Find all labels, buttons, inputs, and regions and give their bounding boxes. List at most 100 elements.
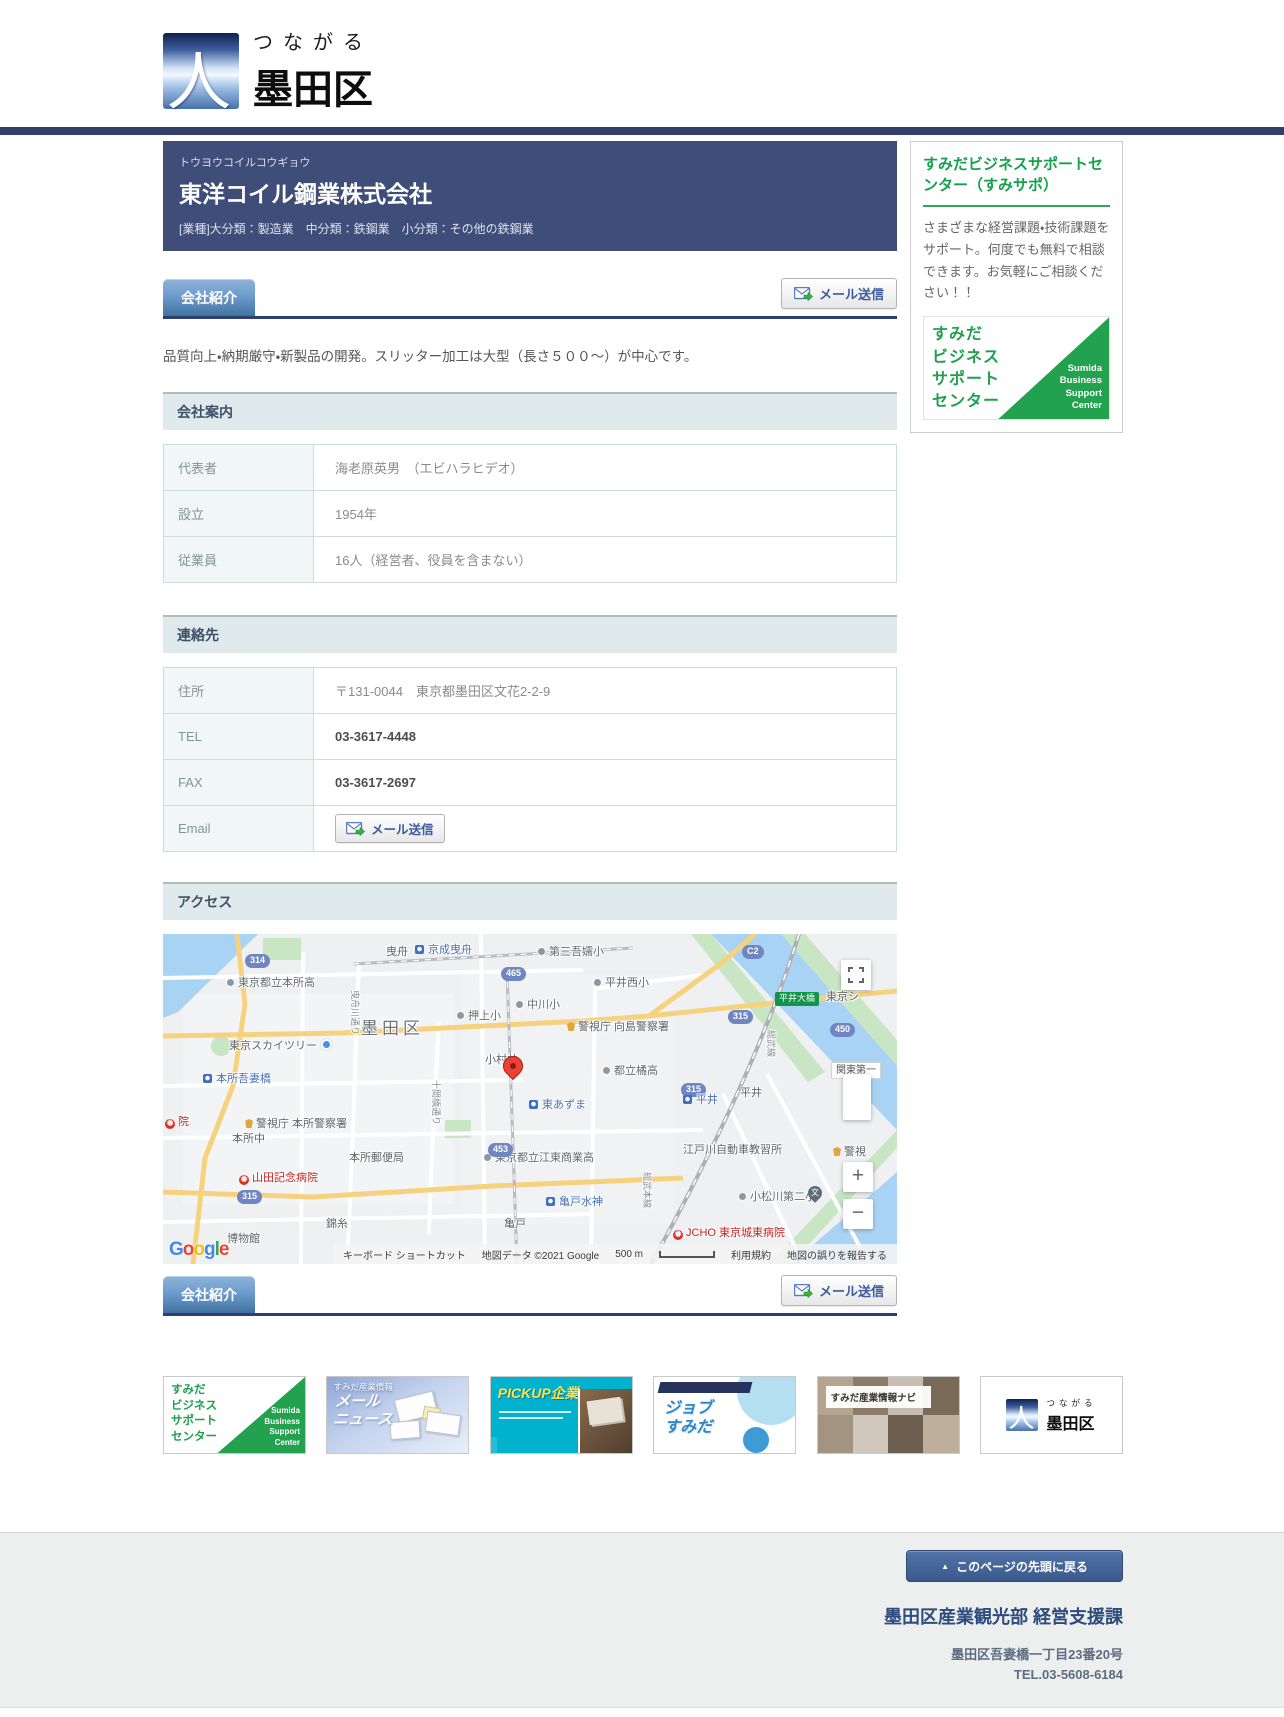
map-label: 博物館 [227, 1233, 260, 1245]
row-value: 03-3617-4448 [314, 714, 896, 759]
map-label: 錦糸 [326, 1218, 348, 1230]
company-name: 東洋コイル鋼業株式会社 [179, 181, 432, 207]
support-banner-english: Sumida Business Support Center [1059, 362, 1102, 411]
row-value: 海老原英男 （エビハラヒデオ） [314, 445, 896, 490]
row-value: 16人（経営者、役員を含まない） [314, 537, 896, 582]
tab-company-intro[interactable]: 会社紹介 [163, 279, 255, 316]
table-row: TEL 03-3617-4448 [164, 713, 896, 759]
map-data-credit: 地図データ ©2021 Google [481, 1250, 600, 1262]
sumida-logo-icon: 人 [163, 32, 239, 120]
map-label: 押上小 [456, 1010, 501, 1022]
row-label: 従業員 [164, 537, 314, 582]
map-label: 平井 [683, 1094, 718, 1106]
row-label: 住所 [164, 668, 314, 713]
banner-job-sumida[interactable]: ジョブ すみだ [653, 1376, 797, 1454]
logo-tagline: つながる [253, 30, 373, 54]
table-row: Email メール送信 [164, 805, 896, 851]
mail-send-button-bottom[interactable]: メール送信 [780, 1275, 897, 1306]
map-zoom-out-button[interactable]: − [843, 1199, 873, 1229]
map-label: 315 [728, 1010, 754, 1024]
map-label: 警視 [833, 1146, 866, 1158]
row-label: TEL [164, 714, 314, 759]
business-support-widget: すみだビジネスサポートセンター（すみサポ） さまざまな経営課題・技術課題をサポー… [910, 141, 1123, 434]
site-logo[interactable]: 人 つながる 墨田区 [0, 0, 480, 120]
email-mail-send-button[interactable]: メール送信 [335, 814, 445, 843]
decor-line [498, 1417, 563, 1419]
tab-row-bottom: 会社紹介 メール送信 [163, 1275, 897, 1316]
header-divider-bar [0, 127, 1284, 135]
map-pegman-control[interactable] [843, 1074, 871, 1120]
map-label: C2 [742, 945, 764, 959]
mail-news-label: メール ニュース [332, 1393, 394, 1428]
map-label: 江戸川自動車教習所 [683, 1144, 782, 1156]
banner-pickup[interactable]: PICKUP企業 [489, 1376, 633, 1454]
map-label: 都立橘高 [602, 1065, 658, 1077]
logo-tagline: つながる [1046, 1398, 1097, 1409]
footer-tel: TEL.03-5608-6184 [1013, 1667, 1123, 1682]
table-row: 設立 1954年 [164, 490, 896, 536]
map-fullscreen-button[interactable] [841, 960, 871, 990]
up-triangle-icon: ▲ [941, 1561, 950, 1571]
map-label: 小松川第二小 [738, 1191, 816, 1203]
banner-tsunagaru-sumida[interactable]: 人 つながる 墨田区 [979, 1376, 1123, 1454]
map-label: 450 [830, 1023, 856, 1037]
map-label: 曳舟 [386, 946, 408, 958]
sangyo-navi-title: すみだ産業情報ナビ [825, 1386, 931, 1408]
section-company-info: 会社案内 [163, 392, 897, 430]
job-sumida-label: ジョブ すみだ [664, 1400, 713, 1437]
social-bar: ツイート いいね！ 210 シェア © Sumida City. All Rig… [0, 1707, 1284, 1717]
tab-company-intro-bottom[interactable]: 会社紹介 [163, 1276, 255, 1313]
row-label: Email [164, 806, 314, 851]
map-label: 亀戸水神 [546, 1196, 603, 1208]
back-to-top-button[interactable]: ▲ このページの先頭に戻る [906, 1550, 1123, 1582]
support-center-title: すみだビジネスサポートセンター（すみサポ） [923, 156, 1104, 194]
map-label: 本所郵便局 [349, 1152, 404, 1164]
row-value: 03-3617-2697 [314, 760, 896, 805]
map-label: 十間橋通り [431, 1080, 441, 1126]
mail-news-title: すみだ産業情報 [333, 1382, 393, 1392]
envelope-graphic [389, 1419, 421, 1441]
map-school-pin: 文 [805, 1183, 825, 1203]
map-report-link[interactable]: 地図の誤りを報告する [787, 1247, 887, 1262]
map-label: 警視庁 本所警察署 [245, 1118, 347, 1130]
company-info-table: 代表者 海老原英男 （エビハラヒデオ） 設立 1954年 従業員 16人（経営者、役員を含… [163, 444, 897, 583]
map-label: 墨田区 [361, 1019, 424, 1038]
sumida-logo-icon: 人 [1006, 1399, 1039, 1434]
row-label: 代表者 [164, 445, 314, 490]
row-value: 1954年 [314, 491, 896, 536]
google-map[interactable]: 曳舟 京成曳舟 第三吾嬬小 314 465 C2 東京都立本所高 平井西小 東京シ 曳舟川通り 中川… [163, 934, 897, 1264]
map-label: 平井西小 [593, 977, 649, 989]
row-value: 〒131-0044 東京都墨田区文花2-2-9 [314, 668, 896, 713]
map-zoom-in-button[interactable]: + [843, 1162, 873, 1192]
map-label: 315 [237, 1190, 263, 1204]
circle-graphic [743, 1427, 770, 1453]
company-description: 品質向上・納期厳守・新製品の開発。スリッター加工は大型（長さ５００～）が中心です… [163, 349, 698, 364]
map-label: 平井大橋 [775, 992, 820, 1006]
logo-city: 墨田区 [1046, 1413, 1095, 1433]
map-keyboard-shortcuts[interactable]: キーボード ショートカット [343, 1247, 466, 1262]
banner-sangyo-navi[interactable]: すみだ産業情報ナビ [816, 1376, 960, 1454]
map-label: 東あずま [529, 1099, 586, 1111]
map-terms-link[interactable]: 利用規約 [731, 1247, 771, 1262]
banner-sumida-support[interactable]: すみだ ビジネス サポート センター Sumida Business Support Cen… [163, 1376, 306, 1454]
mail-envelope-icon [345, 821, 365, 836]
mail-send-button[interactable]: メール送信 [780, 278, 897, 309]
map-label: 東京スカイツリー [229, 1039, 332, 1052]
map-label: 本所吾妻橋 [203, 1073, 271, 1085]
map-label: 亀戸 [504, 1218, 526, 1230]
google-logo[interactable]: Google [169, 1239, 229, 1261]
section-contact: 連絡先 [163, 615, 897, 653]
decor-line [498, 1411, 571, 1413]
map-label: 警視庁 向島警察署 [567, 1021, 669, 1033]
table-row: 代表者 海老原英男 （エビハラヒデオ） [164, 445, 896, 490]
banner-mail-news[interactable]: すみだ産業情報 メール ニュース [326, 1376, 470, 1454]
map-label: 314 [245, 954, 271, 968]
photo-graphic [577, 1389, 632, 1453]
support-center-banner[interactable]: すみだ ビジネス サポート センター Sumida Business Support Cen… [923, 316, 1110, 421]
table-row: 従業員 16人（経営者、役員を含まない） [164, 536, 896, 582]
map-label: 465 [501, 967, 527, 981]
map-label: 東京シ [826, 991, 859, 1003]
banner-support-english: Sumida Business Support Center [264, 1406, 300, 1447]
map-label: 中川小 [515, 999, 560, 1011]
row-label: 設立 [164, 491, 314, 536]
